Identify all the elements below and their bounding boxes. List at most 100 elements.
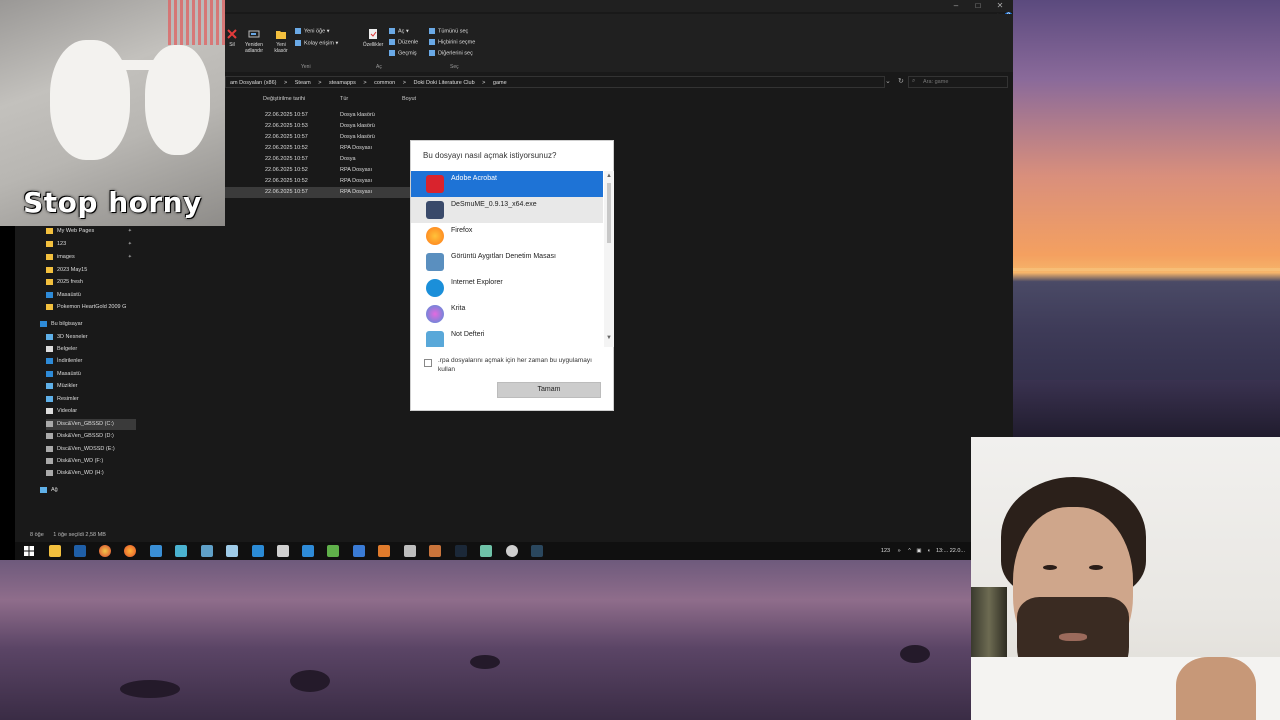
new-folder-button[interactable]: Yeni klasör (271, 28, 291, 54)
desktop-wallpaper-shore (0, 560, 971, 720)
app-item-imaging-devices[interactable]: Görüntü Aygıtları Denetim Masası (411, 249, 603, 275)
horizon-glow (1013, 268, 1280, 271)
app-icon[interactable] (506, 545, 518, 557)
breadcrumb-steam[interactable]: Steam (295, 80, 311, 86)
file-explorer-icon[interactable] (49, 545, 61, 557)
close-button[interactable]: ✕ (989, 0, 1011, 12)
network-icon[interactable]: ▣ (916, 548, 921, 554)
select-all-button[interactable]: Tümünü seç (429, 28, 468, 34)
firefox-icon[interactable] (124, 545, 136, 557)
game-icon[interactable] (429, 545, 441, 557)
file-row[interactable]: 22.06.2025 10:57 Dosya klasörü (225, 110, 605, 121)
sidebar-item-images[interactable]: images ✦ (46, 252, 134, 263)
breadcrumb-ddlc[interactable]: Doki Doki Literature Club (414, 80, 475, 86)
sidebar-item-drive-c[interactable]: Disc&Ven_GBSSD (C:) (46, 419, 136, 430)
sidebar-item-music[interactable]: Müzikler (46, 381, 77, 392)
app-item-firefox[interactable]: Firefox (411, 223, 603, 249)
steam-icon[interactable] (455, 545, 467, 557)
sidebar-item-desktop[interactable]: Masaüstü (46, 369, 81, 380)
properties-button[interactable]: Özellikler (361, 28, 385, 48)
sidebar-item-123[interactable]: 123 ✦ (46, 239, 134, 250)
rename-button[interactable]: Yeniden adlandır (241, 28, 267, 54)
adobe-acrobat-icon (426, 175, 444, 193)
sidebar-item-3d-objects[interactable]: 3D Nesneler (46, 332, 88, 343)
maximize-button[interactable]: □ (967, 0, 989, 12)
sidebar-item-2023-may15[interactable]: 2023 May15 (46, 265, 87, 276)
app-icon[interactable] (201, 545, 213, 557)
column-header-size[interactable]: Boyut (402, 96, 416, 102)
column-header-modified[interactable]: Değiştirilme tarihi (263, 96, 305, 102)
computer-icon (40, 320, 47, 327)
sidebar-item-pokemon[interactable]: Pokemon HeartGold 2009 G (46, 302, 126, 313)
sidebar-item-pictures[interactable]: Resimler (46, 394, 79, 405)
search-input[interactable]: Ara: game (908, 76, 1008, 88)
app-item-desmume[interactable]: DeSmuME_0.9.13_x64.exe (411, 197, 603, 223)
sidebar-item-this-pc[interactable]: Bu bilgisayar (40, 319, 83, 330)
sidebar-item-desktop-quick[interactable]: Masaüstü (46, 290, 81, 301)
select-none-button[interactable]: Hiçbirini seçme (429, 39, 475, 45)
folder-icon (46, 253, 53, 260)
app-item-notepad[interactable]: Not Defteri (411, 327, 603, 347)
tray-chevron-icon[interactable]: ^ (908, 548, 911, 554)
breadcrumb-game[interactable]: game (493, 80, 507, 86)
app-icon[interactable] (353, 545, 365, 557)
minimize-button[interactable]: – (945, 0, 967, 12)
volume-icon[interactable]: ◖ (927, 548, 930, 554)
clock[interactable]: 13:... 22.0... (936, 548, 965, 554)
sidebar-item-drive-h[interactable]: Disk&Ven_WD (H:) (46, 468, 104, 479)
breadcrumb-common[interactable]: common (374, 80, 395, 86)
app-item-adobe-acrobat[interactable]: Adobe Acrobat (411, 171, 603, 197)
sidebar-item-downloads[interactable]: İndirilenler (46, 356, 82, 367)
search-app-icon[interactable] (378, 545, 390, 557)
sidebar-item-drive-d[interactable]: Disk&Ven_GBSSD (D:) (46, 431, 114, 442)
easy-access-button[interactable]: Kolay erişim ▾ (295, 40, 338, 46)
app-item-krita[interactable]: Krita (411, 301, 603, 327)
new-item-button[interactable]: Yeni öğe ▾ (295, 28, 330, 34)
breadcrumb-steamapps[interactable]: steamapps (329, 80, 356, 86)
app-list-scrollbar[interactable]: ▲ ▼ (604, 171, 614, 347)
kodi-icon[interactable] (74, 545, 86, 557)
sidebar-item-my-web-pages[interactable]: My Web Pages ✦ (46, 226, 134, 237)
breadcrumb-program-files[interactable]: am Dosyaları (x86) (230, 80, 276, 86)
person-eye (1043, 565, 1057, 570)
app-icon[interactable] (150, 545, 162, 557)
history-icon (389, 50, 395, 56)
scroll-up-icon[interactable]: ▲ (604, 171, 614, 181)
scroll-down-icon[interactable]: ▼ (604, 333, 614, 343)
open-button[interactable]: Aç ▾ (389, 28, 409, 34)
app-icon[interactable] (404, 545, 416, 557)
documents-icon (46, 345, 53, 352)
history-button[interactable]: Geçmiş (389, 50, 417, 56)
windows-start-icon[interactable] (23, 545, 35, 557)
delete-button[interactable]: Sil (225, 28, 239, 48)
sidebar-item-2025-fresh[interactable]: 2025 fresh (46, 277, 83, 288)
column-header-type[interactable]: Tür (340, 96, 348, 102)
app-icon[interactable] (327, 545, 339, 557)
sidebar-item-network[interactable]: Ağ (40, 485, 58, 496)
steam-icon[interactable] (531, 545, 543, 557)
sidebar-item-documents[interactable]: Belgeler (46, 344, 77, 355)
drive-icon (46, 469, 53, 476)
app-icon[interactable] (480, 545, 492, 557)
file-row[interactable]: 22.06.2025 10:53 Dosya klasörü (225, 121, 605, 132)
open-icon (389, 28, 395, 34)
sidebar-item-videos[interactable]: Videolar (46, 406, 77, 417)
app-icon[interactable] (302, 545, 314, 557)
scroll-thumb[interactable] (607, 183, 611, 243)
ok-button[interactable]: Tamam (497, 382, 601, 398)
app-icon[interactable] (175, 545, 187, 557)
sidebar-item-drive-f[interactable]: Disk&Ven_WD (F:) (46, 456, 103, 467)
app-item-internet-explorer[interactable]: Internet Explorer (411, 275, 603, 301)
refresh-icon[interactable]: ↻ (898, 77, 904, 85)
settings-icon[interactable] (252, 545, 264, 557)
notepad-icon[interactable] (226, 545, 238, 557)
chevron-down-icon[interactable]: ⌄ (885, 77, 891, 85)
address-bar[interactable]: am Dosyaları (x86) > Steam > steamapps >… (225, 76, 885, 88)
tray-overflow-icon[interactable]: » (898, 548, 901, 554)
invert-selection-button[interactable]: Diğerlerini seç (429, 50, 473, 56)
sidebar-item-drive-e[interactable]: Disc&Ven_WDSSD (E:) (46, 444, 115, 455)
edit-button[interactable]: Düzenle (389, 39, 418, 45)
app-icon[interactable] (277, 545, 289, 557)
always-use-checkbox[interactable] (424, 359, 432, 367)
chrome-icon[interactable] (99, 545, 111, 557)
